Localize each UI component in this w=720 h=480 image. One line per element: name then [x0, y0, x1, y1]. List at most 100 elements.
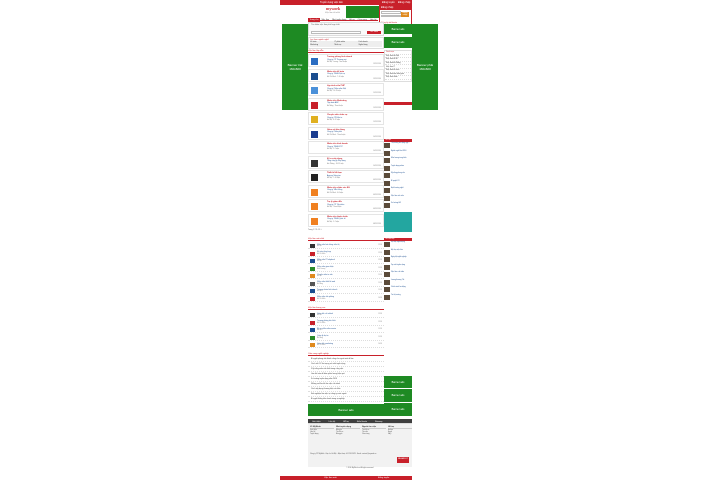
company-name[interactable]: Công ty TNHH XYZ: [327, 146, 343, 148]
news-title[interactable]: Ngành nghề hot 2016: [391, 151, 411, 153]
filter-item[interactable]: Ngân hàng: [358, 44, 382, 47]
filter-item[interactable]: Nhân sự: [334, 44, 358, 47]
job-card[interactable]: Nhân viên kế toán Công ty TNHH Dịch vụ Hồ …: [308, 68, 384, 82]
company-name[interactable]: Công ty CP Đầu tư: [327, 117, 342, 119]
job-row[interactable]: Chuyên viên tư vấn Hà Nội 11/05: [308, 273, 384, 279]
password-field[interactable]: [381, 14, 401, 17]
job-row[interactable]: Giám đốc chi nhánh Hà Nội 12/05: [308, 312, 384, 318]
news-item[interactable]: Việc làm cuối tuần: [384, 272, 412, 278]
company-name[interactable]: Công ty Phân phối: [327, 131, 342, 133]
teal-ad[interactable]: [384, 212, 412, 232]
job-row[interactable]: Nhân viên bán hàng siêu thị Hà Nội 12/05: [308, 243, 384, 249]
news-item[interactable]: Xu hướng HR: [384, 203, 412, 209]
footer-link[interactable]: Bảng giá: [336, 434, 360, 436]
job-card[interactable]: Thiết kế đồ họa Agency Sáng tạo Hà Nội · 7…: [308, 170, 384, 183]
job-row[interactable]: Nhân viên thiết kế web Đà Nẵng 11/05: [308, 281, 384, 287]
job-card[interactable]: Lập trình viên PHP Công ty Phần mềm Việt H…: [308, 83, 384, 96]
bottom-wide-ad[interactable]: Banner ads: [308, 404, 384, 416]
right-ad-1[interactable]: Banner ads: [384, 24, 412, 34]
job-row[interactable]: Trưởng phòng tài chính Hồ Chí Minh 12/05: [308, 320, 384, 326]
company-name[interactable]: Công ty CP Tập đoàn: [327, 204, 344, 206]
pagination[interactable]: Trang 1 2 3 4 5 »: [308, 229, 384, 232]
email-field[interactable]: [381, 11, 401, 14]
job-card[interactable]: Nhân viên Marketing Tập đoàn ABC Đà Nẵng ·…: [308, 97, 384, 111]
news-title[interactable]: Việc làm cuối tuần: [391, 272, 411, 274]
news-title[interactable]: Sự kiện tuyển dụng: [391, 242, 411, 244]
news-item[interactable]: Kỹ năng phỏng vấn: [384, 173, 412, 179]
footer-link[interactable]: Tuyển dụng: [310, 434, 334, 436]
left-skyscraper-ad[interactable]: Banner trái 160x600: [282, 24, 308, 110]
news-title[interactable]: Tin thị trường: [391, 295, 411, 297]
job-row[interactable]: Giám đốc marketing Hồ Chí Minh 10/05: [308, 342, 384, 348]
job-card[interactable]: Giám sát bán hàng Công ty Phân phối Hồ Chí…: [308, 126, 384, 140]
job-row[interactable]: Trưởng nhóm kinh doanh Hà Nội 11/05: [308, 288, 384, 294]
news-item[interactable]: Ngành nghề hot 2016: [384, 150, 412, 157]
news-item[interactable]: Ngày hội nghề nghiệp: [384, 257, 412, 263]
news-title[interactable]: Xu hướng HR: [391, 203, 411, 205]
job-row[interactable]: Kế toán tổng hợp Hồ Chí Minh 12/05: [308, 251, 384, 257]
footer-link[interactable]: Cẩm nang: [362, 434, 386, 436]
news-title[interactable]: Top nhà tuyển dụng: [391, 265, 411, 267]
news-title[interactable]: Việc làm sinh viên: [391, 196, 411, 198]
news-title[interactable]: Định hướng nghề: [391, 188, 411, 190]
job-row[interactable]: Nhân viên văn phòng Hồ Chí Minh 10/05: [308, 296, 384, 302]
job-card[interactable]: Nhân viên hành chính Công ty TNHH Quốc tế…: [308, 213, 384, 227]
job-card[interactable]: Nhân viên kinh doanh Công ty TNHH XYZ Hà N…: [308, 141, 384, 154]
job-row[interactable]: Kỹ sư phần mềm senior Hà Nội 11/05: [308, 327, 384, 333]
registered-badge[interactable]: ĐÃ ĐĂNG KÝ: [397, 457, 409, 463]
article-link[interactable]: Bí quyết thăng tiến nhanh trong sự nghiệ…: [308, 397, 384, 402]
news-title[interactable]: Ngày hội nghề nghiệp: [391, 257, 411, 259]
news-title[interactable]: Thị trường lao động quý 2: [391, 143, 411, 145]
right-skyscraper-ad[interactable]: Banner phải 160x600: [412, 24, 438, 110]
company-name[interactable]: Công ty Viễn thông: [327, 189, 342, 191]
company-name[interactable]: Công ty TNHH Quốc tế: [327, 218, 345, 220]
footer-link[interactable]: FAQ: [388, 434, 412, 436]
right-ad-3[interactable]: Banner ads: [384, 376, 412, 388]
news-title[interactable]: Lương thưởng Tết: [391, 280, 411, 282]
job-row[interactable]: Nhân viên IT helpdesk Hà Nội 12/05: [308, 258, 384, 264]
company-name[interactable]: Công ty Phần mềm Việt: [327, 88, 346, 90]
bottom-bar-right[interactable]: Đăng tuyển: [378, 477, 389, 479]
job-card[interactable]: Trưởng phòng kinh doanh Công ty CP Thương…: [308, 54, 384, 67]
job-row[interactable]: Quản lý dự án Đà Nẵng 11/05: [308, 335, 384, 341]
news-item[interactable]: Thị trường lao động quý 2: [384, 143, 412, 149]
filter-item[interactable]: Marketing: [310, 44, 334, 47]
news-title[interactable]: Tuyển dụng online: [391, 166, 411, 168]
login-button[interactable]: Đăng nhập: [401, 12, 409, 17]
right-ad-5[interactable]: Banner ads: [384, 403, 412, 416]
search-button[interactable]: Tìm kiếm: [367, 31, 381, 34]
search-input[interactable]: [311, 31, 361, 34]
news-title[interactable]: Hội chợ việc làm: [391, 250, 411, 252]
company-name[interactable]: Tập đoàn ABC: [327, 102, 339, 104]
company-name[interactable]: Agency Sáng tạo: [327, 175, 341, 177]
company-name[interactable]: Công ty CP Thương mại: [327, 59, 347, 61]
news-item[interactable]: Tin thị trường: [384, 294, 412, 301]
company-name[interactable]: Công ty TNHH Dịch vụ: [327, 73, 345, 75]
news-item[interactable]: Mức lương trung bình: [384, 158, 412, 164]
news-title[interactable]: Mức lương trung bình: [391, 158, 411, 160]
right-ad-2[interactable]: Banner ads: [384, 37, 412, 48]
news-title[interactable]: Bí quyết CV: [391, 181, 411, 183]
job-card[interactable]: Nhân viên chăm sóc KH Công ty Viễn thông H…: [308, 184, 384, 198]
job-card[interactable]: Kỹ sư xây dựng Tổng công ty Xây dựng Hải P…: [308, 155, 384, 169]
news-title[interactable]: Chính sách lao động: [391, 287, 411, 289]
news-item[interactable]: Định hướng nghề: [384, 188, 412, 194]
news-item[interactable]: Bí quyết CV: [384, 180, 412, 187]
news-item[interactable]: Chính sách lao động: [384, 287, 412, 293]
news-item[interactable]: Top nhà tuyển dụng: [384, 264, 412, 271]
category-link[interactable]: Việc làm thêm: [385, 76, 411, 80]
login-link[interactable]: Đăng nhập: [398, 1, 410, 4]
news-item[interactable]: Việc làm sinh viên: [384, 195, 412, 202]
right-ad-4[interactable]: Banner ads: [384, 389, 412, 402]
job-card[interactable]: Trợ lý giám đốc Công ty CP Tập đoàn Hà Nội…: [308, 199, 384, 212]
news-item[interactable]: Hội chợ việc làm: [384, 249, 412, 256]
site-logo[interactable]: mywork: [326, 6, 340, 11]
news-item[interactable]: Sự kiện tuyển dụng: [384, 242, 412, 248]
post-job-link[interactable]: Đăng tuyển: [382, 1, 395, 4]
job-card[interactable]: Chuyên viên nhân sự Công ty CP Đầu tư Hà N…: [308, 112, 384, 125]
bottom-bar-left[interactable]: Việc làm mới: [324, 477, 337, 479]
news-item[interactable]: Lương thưởng Tết: [384, 279, 412, 286]
company-name[interactable]: Tổng công ty Xây dựng: [327, 160, 346, 162]
job-row[interactable]: Nhân viên giao nhận Bình Dương 11/05: [308, 266, 384, 272]
news-title[interactable]: Kỹ năng phỏng vấn: [391, 173, 411, 175]
